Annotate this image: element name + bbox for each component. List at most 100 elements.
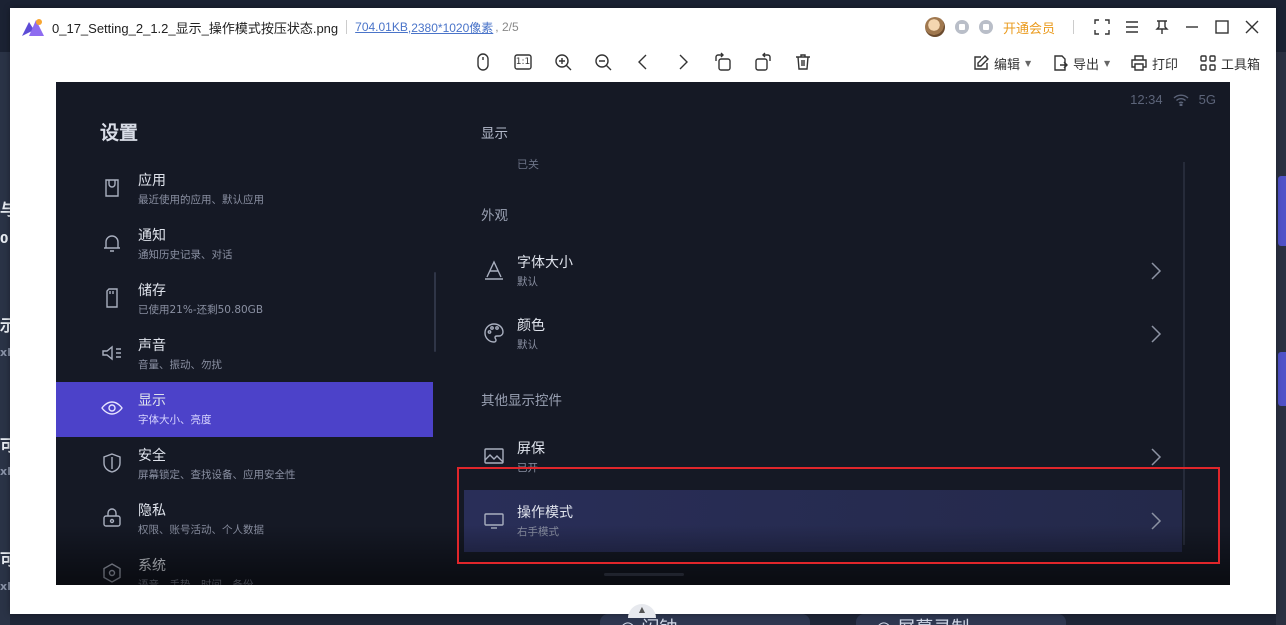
print-label: 打印	[1152, 57, 1179, 73]
chevron-right-icon	[1150, 511, 1162, 531]
palette-icon	[482, 321, 506, 345]
image-canvas: 12:34 5G 设置 应用 最近使用的应用、默认应用 通知 通知历史记录、对话…	[56, 82, 1230, 585]
setting-subtitle: 默认	[517, 339, 538, 351]
setting-subtitle: 默认	[517, 276, 538, 288]
coin-badge-icon[interactable]	[978, 20, 993, 34]
category-item-security[interactable]: 安全 屏幕锁定、查找设备、应用安全性	[56, 437, 433, 492]
category-subtitle: 音量、振动、勿扰	[138, 359, 222, 371]
pane-scrollbar[interactable]	[1183, 162, 1185, 545]
avatar[interactable]	[924, 17, 945, 37]
section-other-display-controls: 其他显示控件	[481, 393, 562, 409]
file-name: 0_17_Setting_2_1.2_显示_操作模式按压状态.png	[52, 20, 339, 36]
actual-size-label: 1:1	[515, 57, 531, 67]
rotate-right-icon[interactable]	[751, 50, 775, 74]
category-subtitle: 权限、账号活动、个人数据	[138, 524, 264, 536]
category-item-sound[interactable]: 声音 音量、振动、勿扰	[56, 327, 433, 382]
category-title: 声音	[138, 338, 166, 354]
export-button[interactable]: 导出 ▼	[1051, 52, 1110, 74]
sound-icon	[100, 341, 124, 365]
toolbox-label: 工具箱	[1221, 57, 1261, 73]
home-indicator	[604, 573, 684, 576]
app-logo-icon	[22, 19, 44, 36]
setting-title: 操作模式	[517, 505, 573, 521]
storage-icon	[100, 286, 124, 310]
member-badge-icon[interactable]	[954, 20, 969, 34]
category-item-display[interactable]: 显示 字体大小、亮度	[56, 382, 433, 437]
display-settings-pane: 显示 已关 外观 字体大小 默认 颜色 默认 其他显示控件 屏保 已开 操作模式…	[436, 82, 1230, 585]
edit-label: 编辑	[994, 57, 1021, 73]
page-index: , 2/5	[495, 20, 519, 34]
setting-subtitle: 右手模式	[517, 526, 559, 538]
menu-icon[interactable]	[1122, 17, 1142, 37]
zoom-out-icon[interactable]	[591, 50, 615, 74]
caret-down-icon: ▼	[1025, 58, 1032, 68]
image-viewer-window: 0_17_Setting_2_1.2_显示_操作模式按压状态.png 704.0…	[10, 8, 1276, 614]
toolbox-button[interactable]: 工具箱	[1199, 52, 1260, 74]
category-title: 安全	[138, 448, 166, 464]
pin-icon[interactable]	[1152, 17, 1172, 37]
dimensions-link[interactable]: ,2380*1020像素	[408, 19, 493, 36]
category-subtitle: 通知历史记录、对话	[138, 249, 233, 261]
category-subtitle: 语音、手势、时间、备份	[138, 579, 254, 585]
title-controls: 开通会员	[924, 8, 1262, 46]
grid-icon	[1200, 55, 1216, 71]
rotate-left-icon[interactable]	[711, 50, 735, 74]
category-subtitle: 最近使用的应用、默认应用	[138, 194, 264, 206]
caret-down-icon: ▼	[1104, 58, 1111, 68]
settings-category-list: 应用 最近使用的应用、默认应用 通知 通知历史记录、对话 储存 已使用21%-还…	[56, 162, 433, 585]
category-subtitle: 屏幕锁定、查找设备、应用安全性	[138, 469, 296, 481]
category-item-notifications[interactable]: 通知 通知历史记录、对话	[56, 217, 433, 272]
title-divider	[346, 20, 348, 34]
setting-subtitle: 已开	[517, 462, 538, 474]
system-icon	[100, 561, 124, 585]
setting-screensaver[interactable]: 屏保 已开	[464, 426, 1182, 488]
edit-button[interactable]: 编辑 ▼	[972, 52, 1031, 74]
background-accent-block	[1278, 176, 1286, 246]
bell-icon	[100, 231, 124, 255]
previous-icon[interactable]	[631, 50, 655, 74]
next-icon[interactable]	[671, 50, 695, 74]
section-appearance: 外观	[481, 208, 508, 224]
delete-icon[interactable]	[791, 50, 815, 74]
category-item-apps[interactable]: 应用 最近使用的应用、默认应用	[56, 162, 433, 217]
lock-icon	[100, 506, 124, 530]
viewer-toolbar: 1:1 编辑 ▼ 导出 ▼ 打印 工具箱	[10, 50, 1276, 78]
setting-color[interactable]: 颜色 默认	[464, 303, 1182, 365]
mouse-mode-icon[interactable]	[471, 50, 495, 74]
setting-title: 颜色	[517, 318, 545, 334]
shield-icon	[100, 451, 124, 475]
cut-off-subtitle: 已关	[517, 158, 539, 171]
close-icon[interactable]	[1242, 17, 1262, 37]
file-size-link[interactable]: 704.01KB	[355, 20, 408, 34]
font-icon	[482, 258, 506, 282]
print-button[interactable]: 打印	[1130, 52, 1178, 74]
background-accent-block	[1278, 352, 1286, 406]
export-label: 导出	[1073, 57, 1100, 73]
category-title: 应用	[138, 173, 166, 189]
setting-title: 屏保	[517, 441, 545, 457]
category-subtitle: 字体大小、亮度	[138, 414, 212, 426]
setting-title: 字体大小	[517, 255, 573, 271]
category-title: 通知	[138, 228, 166, 244]
category-title: 显示	[138, 393, 166, 409]
category-item-system[interactable]: 系统 语音、手势、时间、备份	[56, 547, 433, 585]
fullscreen-icon[interactable]	[1092, 17, 1112, 37]
apps-icon	[100, 176, 124, 200]
settings-title: 设置	[100, 122, 139, 144]
setting-font-size[interactable]: 字体大小 默认	[464, 240, 1182, 302]
background-text: 0	[0, 232, 9, 246]
maximize-icon[interactable]	[1212, 17, 1232, 37]
actual-size-button[interactable]: 1:1	[511, 50, 535, 74]
category-item-storage[interactable]: 储存 已使用21%-还剩50.80GB	[56, 272, 433, 327]
category-title: 隐私	[138, 503, 166, 519]
eye-icon	[100, 396, 124, 420]
category-item-privacy[interactable]: 隐私 权限、账号活动、个人数据	[56, 492, 433, 547]
image-icon	[482, 444, 506, 468]
setting-operation-mode[interactable]: 操作模式 右手模式	[464, 490, 1182, 552]
category-title: 系统	[138, 558, 166, 574]
chevron-right-icon	[1150, 324, 1162, 344]
minimize-icon[interactable]	[1182, 17, 1202, 37]
vip-button[interactable]: 开通会员	[1003, 18, 1055, 37]
edit-icon	[974, 55, 989, 70]
zoom-in-icon[interactable]	[551, 50, 575, 74]
